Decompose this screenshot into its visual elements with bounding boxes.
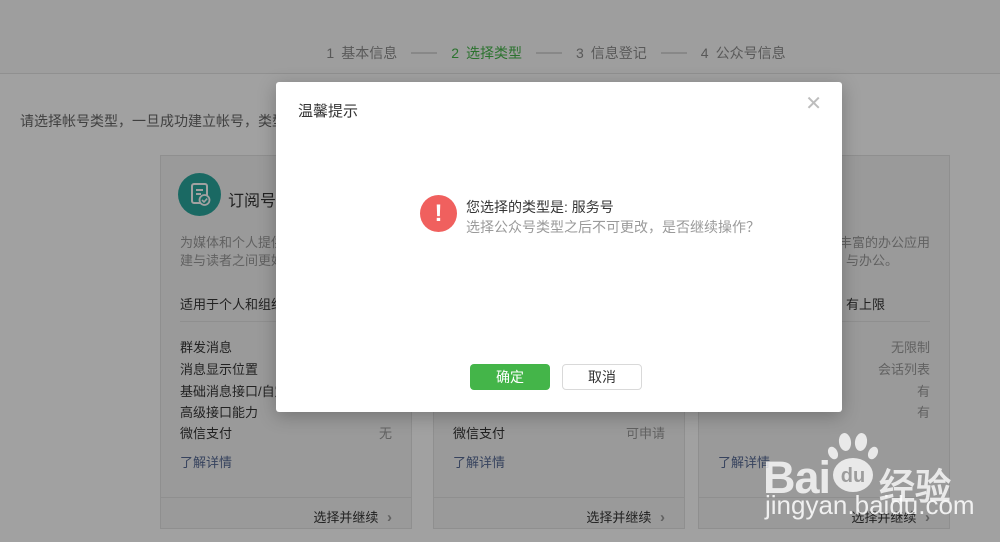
cancel-button[interactable]: 取消 — [562, 364, 642, 390]
dialog-title: 温馨提示 — [298, 100, 358, 121]
dialog-message-secondary: 选择公众号类型之后不可更改，是否继续操作？ — [466, 217, 760, 237]
baidu-watermark-url: jingyan.baidu.com — [765, 490, 975, 521]
confirm-dialog: 温馨提示 ✕ ! 您选择的类型是: 服务号 选择公众号类型之后不可更改，是否继续… — [276, 82, 842, 412]
baidu-paw-icon: du — [827, 432, 879, 499]
screen: 1 基本信息 2 选择类型 3 信息登记 4 公众号信息 请选择帐号类型，一旦成… — [0, 0, 1000, 542]
confirm-button[interactable]: 确定 — [470, 364, 550, 390]
close-icon[interactable]: ✕ — [805, 94, 822, 114]
alert-exclamation-icon: ! — [420, 195, 457, 232]
dialog-message-primary: 您选择的类型是: 服务号 — [466, 197, 614, 217]
baidu-watermark-du: du — [841, 465, 865, 487]
